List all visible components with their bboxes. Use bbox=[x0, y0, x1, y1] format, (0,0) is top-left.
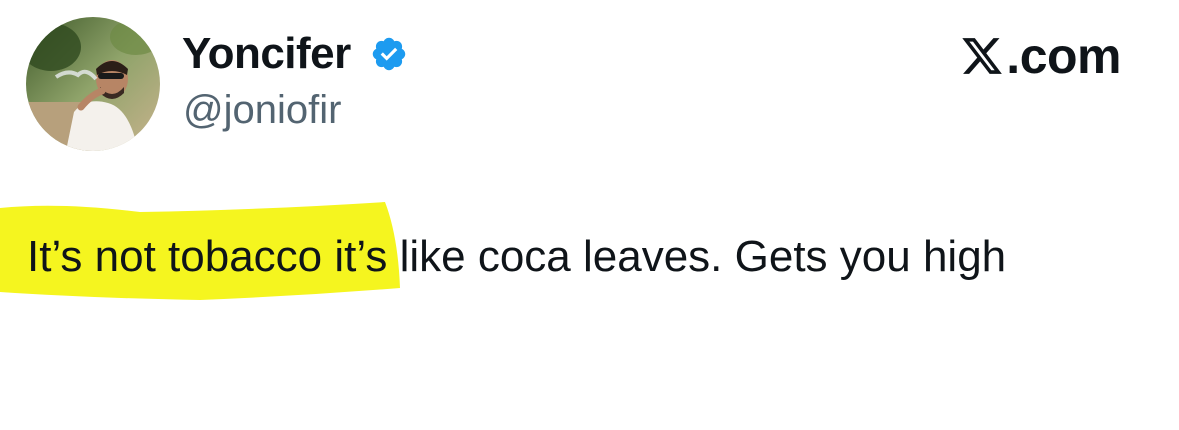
author-handle[interactable]: @joniofir bbox=[183, 86, 341, 134]
brand-label: .com bbox=[960, 30, 1121, 82]
tweet-card: Yoncifer @joniofir .com It’s not tobacco… bbox=[0, 0, 1179, 430]
verified-badge-icon bbox=[372, 37, 406, 71]
x-logo-icon bbox=[962, 38, 1003, 74]
profile-photo bbox=[26, 17, 160, 151]
tweet-text: It’s not tobacco it’s like coca leaves. … bbox=[27, 226, 1127, 288]
tweet-text-highlighted: It’s not tobacco bbox=[27, 232, 323, 281]
tweet-text-rest: it’s like coca leaves. Gets you high bbox=[322, 232, 1007, 281]
author-display-name[interactable]: Yoncifer bbox=[182, 28, 351, 80]
avatar[interactable] bbox=[26, 17, 160, 151]
brand-domain: .com bbox=[1006, 28, 1121, 84]
